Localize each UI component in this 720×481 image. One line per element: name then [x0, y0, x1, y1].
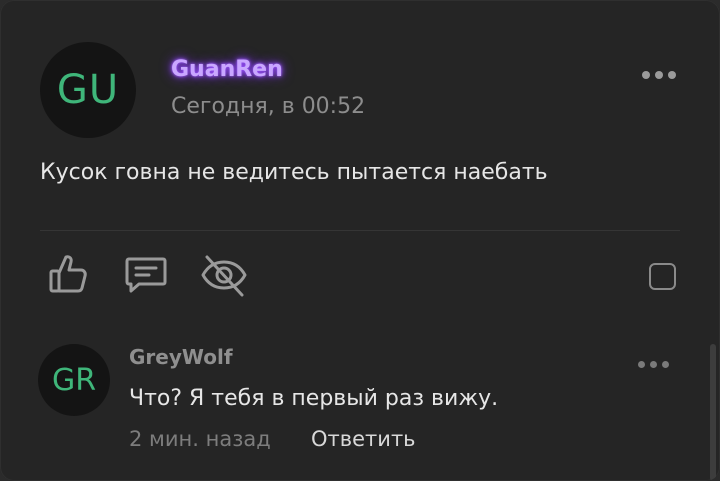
post-more-options-icon[interactable] [642, 71, 676, 79]
author-avatar[interactable]: GU [40, 42, 136, 138]
scrollbar[interactable] [710, 344, 716, 481]
reply-avatar[interactable]: GR [38, 344, 110, 416]
comment-icon[interactable] [125, 253, 169, 297]
dot [650, 361, 657, 368]
divider [40, 230, 680, 231]
reply-author-name[interactable]: GreyWolf [129, 345, 233, 369]
eye-off-icon[interactable] [200, 251, 248, 299]
post-timestamp: Сегодня, в 00:52 [171, 94, 366, 119]
post-card: GU GuanRen Сегодня, в 00:52 Кусок говна … [0, 0, 720, 481]
thumbs-up-icon[interactable] [48, 253, 88, 295]
dot [668, 71, 676, 79]
author-name[interactable]: GuanRen [171, 57, 283, 82]
reply-more-options-icon[interactable] [638, 361, 669, 368]
post-text: Кусок говна не ведитесь пытается наебать [40, 160, 548, 185]
dot [662, 361, 669, 368]
reply-button[interactable]: Ответить [311, 427, 416, 451]
dot [642, 71, 650, 79]
reply-avatar-initials: GR [51, 362, 97, 398]
dot [638, 361, 645, 368]
select-checkbox[interactable] [649, 263, 676, 290]
reply-timestamp: 2 мин. назад [129, 427, 271, 451]
author-avatar-initials: GU [56, 67, 120, 113]
reply-text: Что? Я тебя в первый раз вижу. [129, 386, 499, 411]
dot [655, 71, 663, 79]
